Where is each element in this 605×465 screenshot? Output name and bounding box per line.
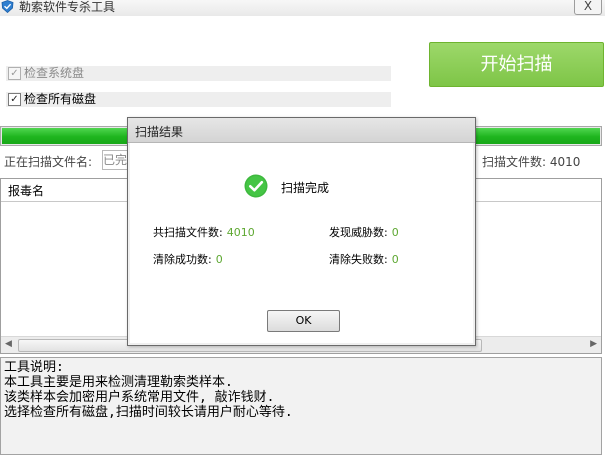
scan-result-dialog: 扫描结果 扫描完成 共扫描文件数: 4010 发现威胁数: 0 清除成功数: 0 清除… (127, 117, 476, 346)
threats-found-stat: 发现威胁数: 0 (329, 224, 399, 240)
column-header-threat-name[interactable]: 报毒名 (8, 182, 44, 199)
failed-label: 清除失败数: (329, 253, 388, 266)
cleaned-value: 0 (215, 253, 223, 266)
check-all-disks-checkbox[interactable]: ✓ (8, 93, 21, 106)
total-files-stat: 共扫描文件数: 4010 (153, 224, 255, 240)
threats-found-value: 0 (391, 226, 399, 239)
window-title: 勒索软件专杀工具 (19, 0, 116, 14)
check-system-disk-option[interactable]: ✓ 检查系统盘 (6, 66, 391, 81)
description-line: 该类样本会加密用户系统常用文件, 敲诈钱财. (4, 390, 275, 405)
threats-found-label: 发现威胁数: (329, 226, 388, 239)
dialog-title-bar[interactable]: 扫描结果 (128, 118, 475, 143)
check-circle-icon (244, 174, 268, 198)
title-bar: 勒索软件专杀工具 X (0, 0, 605, 16)
start-scan-button[interactable]: 开始扫描 (429, 42, 604, 87)
total-files-label: 共扫描文件数: (153, 226, 223, 239)
check-all-disks-option[interactable]: ✓ 检查所有磁盘 (6, 92, 391, 107)
dialog-title: 扫描结果 (135, 125, 184, 139)
check-system-disk-checkbox[interactable]: ✓ (8, 67, 21, 80)
failed-value: 0 (391, 253, 399, 266)
cleaned-stat: 清除成功数: 0 (153, 251, 223, 267)
description-line: 选择检查所有磁盘,扫描时间较长请用户耐心等待. (4, 405, 293, 420)
scanned-count-readout: 扫描文件数: 4010 (482, 153, 580, 170)
failed-stat: 清除失败数: 0 (329, 251, 399, 267)
scanned-count-label: 扫描文件数: (482, 155, 547, 169)
scanned-count-value: 4010 (549, 155, 581, 169)
scanning-file-label: 正在扫描文件名: (4, 155, 93, 169)
tool-description: 工具说明: 本工具主要是用来检测清理勒索类样本. 该类样本会加密用户系统常用文件… (0, 357, 602, 455)
close-button[interactable]: X (574, 0, 602, 15)
scroll-left-icon[interactable]: ◀ (5, 339, 12, 349)
check-system-disk-label: 检查系统盘 (24, 66, 85, 80)
description-line: 工具说明: (4, 360, 64, 375)
ok-button[interactable]: OK (267, 310, 340, 332)
shield-app-icon (1, 0, 14, 13)
scan-complete-message: 扫描完成 (281, 181, 330, 195)
description-line: 本工具主要是用来检测清理勒索类样本. (4, 375, 233, 390)
check-all-disks-label: 检查所有磁盘 (24, 92, 97, 106)
scroll-right-icon[interactable]: ▶ (590, 339, 597, 349)
total-files-value: 4010 (226, 226, 255, 239)
dialog-body: 扫描完成 共扫描文件数: 4010 发现威胁数: 0 清除成功数: 0 清除失败数: 0… (130, 143, 473, 343)
cleaned-label: 清除成功数: (153, 253, 212, 266)
